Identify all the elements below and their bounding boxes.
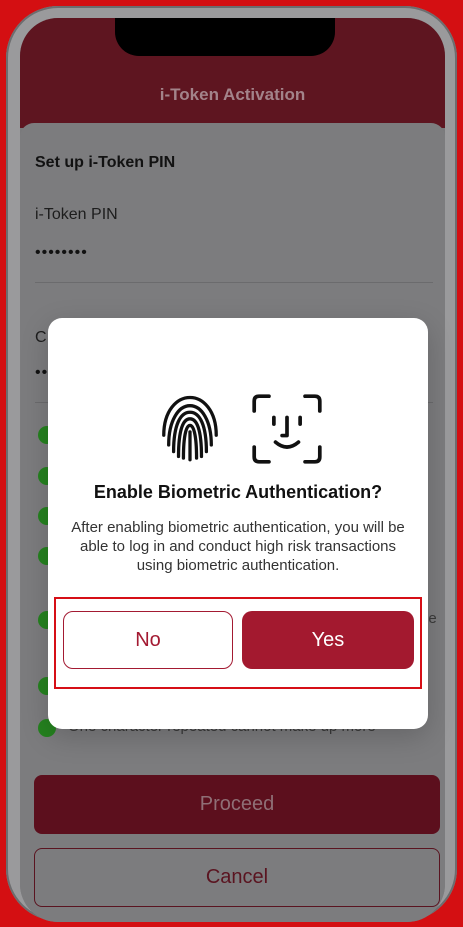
no-button[interactable]: No	[63, 611, 233, 669]
confirm-pin-label: C	[35, 329, 47, 346]
dialog-message: After enabling biometric authentication,…	[71, 519, 405, 574]
fingerprint-icon	[149, 386, 231, 468]
app-header: i-Token Activation	[20, 18, 445, 128]
section-title: Set up i-Token PIN	[35, 154, 176, 171]
yes-button[interactable]: Yes	[242, 611, 414, 669]
page-title: i-Token Activation	[159, 85, 306, 104]
proceed-button[interactable]: Proceed	[34, 775, 440, 834]
face-id-icon	[246, 388, 328, 470]
device-notch	[115, 18, 335, 56]
pin-label: i-Token PIN	[35, 206, 118, 223]
pin-divider	[35, 282, 433, 283]
dialog-title: Enable Biometric Authentication?	[93, 482, 383, 502]
cancel-button[interactable]: Cancel	[34, 848, 440, 907]
pin-input[interactable]: ••••••••	[35, 244, 88, 262]
confirm-pin-input[interactable]: ••	[35, 364, 48, 382]
biometric-dialog: Enable Biometric Authentication? After e…	[48, 318, 428, 729]
